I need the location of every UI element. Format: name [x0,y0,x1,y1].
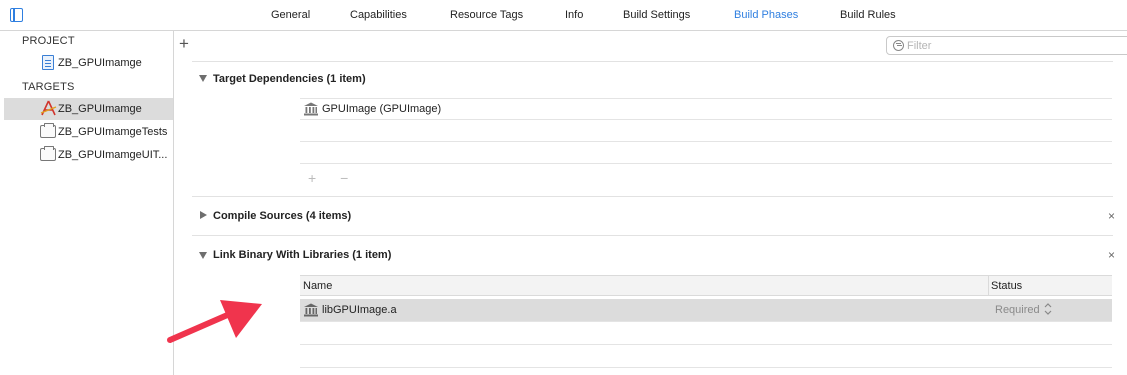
test-bundle-icon [40,123,56,138]
library-icon [304,102,318,116]
tab-build-rules[interactable]: Build Rules [840,9,896,21]
status-popup[interactable]: Required [995,304,1040,316]
tab-general[interactable]: General [271,9,310,21]
project-file-icon [42,55,54,70]
filter-field[interactable] [886,36,1127,55]
add-remove-dependency-buttons[interactable]: + − [308,170,358,186]
table-header: Name Status [300,275,1112,296]
chevron-up-down-icon[interactable] [1044,302,1052,316]
sidebar-item-target-uitests[interactable]: ZB_GPUImamgeUIT... [4,144,173,166]
divider [192,235,1113,236]
disclosure-collapsed-icon[interactable] [200,211,207,219]
delete-phase-icon[interactable]: × [1108,209,1115,223]
empty-row [300,142,1112,164]
tab-resource-tags[interactable]: Resource Tags [450,9,523,21]
empty-row [300,322,1112,345]
sidebar-item-target-tests[interactable]: ZB_GPUImamgeTests [4,121,173,143]
toggle-sidebar-icon[interactable] [10,8,23,22]
tab-build-settings[interactable]: Build Settings [623,9,690,21]
test-bundle-icon [40,146,56,161]
divider [192,196,1113,197]
table-row[interactable]: libGPUImage.a Required [300,299,1112,322]
tab-build-phases[interactable]: Build Phases [734,9,798,21]
dependency-row[interactable]: GPUImage (GPUImage) [300,98,1112,120]
editor-tab-bar: General Capabilities Resource Tags Info … [0,0,1127,31]
project-section-header: PROJECT [22,35,75,47]
sidebar-item-label: ZB_GPUImamgeUIT... [58,149,168,161]
filter-input[interactable] [907,39,1107,52]
red-arrow-annotation [167,300,262,343]
sidebar-item-label: ZB_GPUImamge [58,103,142,115]
phase-title-target-dependencies[interactable]: Target Dependencies (1 item) [213,73,366,85]
column-header-name[interactable]: Name [303,280,332,292]
tab-info[interactable]: Info [565,9,583,21]
targets-section-header: TARGETS [22,81,75,93]
app-target-icon [40,100,57,116]
divider [192,61,1113,62]
dependency-label: GPUImage (GPUImage) [322,103,442,115]
filter-icon [893,40,904,51]
phase-title-compile-sources[interactable]: Compile Sources (4 items) [213,210,351,222]
project-navigator: PROJECT ZB_GPUImamge TARGETS ZB_GPUImamg… [0,31,174,375]
column-header-status[interactable]: Status [991,280,1022,292]
build-phases-editor: + Target Dependencies (1 item) GPUImage … [175,31,1127,375]
sidebar-item-project[interactable]: ZB_GPUImamge [4,52,173,74]
disclosure-expanded-icon[interactable] [199,75,207,82]
disclosure-expanded-icon[interactable] [199,252,207,259]
library-name: libGPUImage.a [322,304,397,316]
phase-title-link-binary[interactable]: Link Binary With Libraries (1 item) [213,249,391,261]
library-icon [304,303,318,317]
column-separator[interactable] [988,276,989,296]
sidebar-item-label: ZB_GPUImamge [58,57,142,69]
sidebar-item-label: ZB_GPUImamgeTests [58,126,168,138]
sidebar-item-target-app[interactable]: ZB_GPUImamge [4,98,173,120]
tab-capabilities[interactable]: Capabilities [350,9,407,21]
empty-row [300,345,1112,368]
delete-phase-icon[interactable]: × [1108,248,1115,262]
empty-row [300,120,1112,142]
add-build-phase-button[interactable]: + [179,35,189,52]
